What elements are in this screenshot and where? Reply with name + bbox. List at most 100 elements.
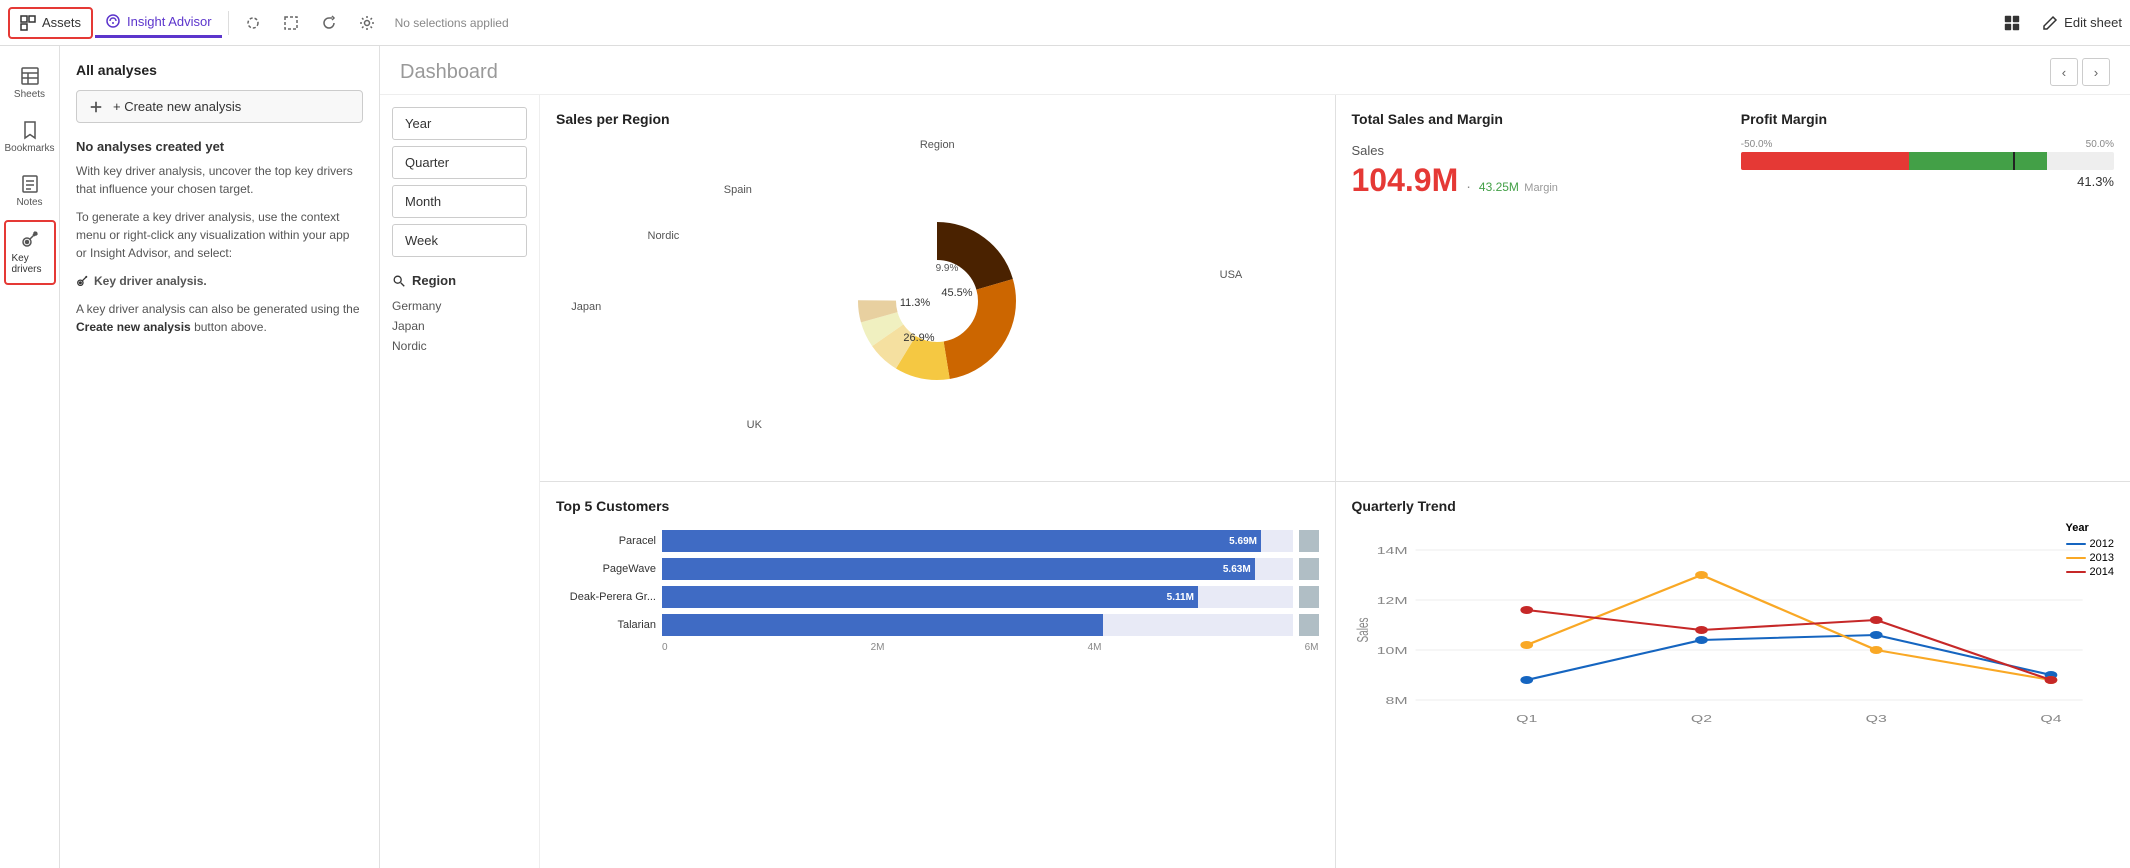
lasso-icon xyxy=(245,15,261,31)
legend-2014: 2014 xyxy=(2066,566,2114,578)
filter-region-nordic[interactable]: Nordic xyxy=(392,336,527,356)
bar-track-talarian xyxy=(662,614,1293,636)
svg-text:Q2: Q2 xyxy=(1690,713,1711,724)
all-analyses-title: All analyses xyxy=(76,62,363,78)
sidebar-item-sheets[interactable]: Sheets xyxy=(4,58,56,108)
analysis-desc-2: To generate a key driver analysis, use t… xyxy=(76,208,363,262)
filter-year[interactable]: Year xyxy=(392,107,527,140)
pm-bar-red xyxy=(1741,152,1909,170)
next-arrow[interactable]: › xyxy=(2082,58,2110,86)
sales-value: 104.9M xyxy=(1352,162,1459,199)
divider xyxy=(228,11,229,35)
profit-margin-section: Profit Margin -50.0% 50.0% 41.3% xyxy=(1741,111,2114,465)
sidebar-item-notes[interactable]: Notes xyxy=(4,166,56,216)
uk-label: UK xyxy=(747,419,762,431)
filter-region-title: Region xyxy=(392,273,527,288)
dashboard-area: Dashboard ‹ › Year Quarter Month Week R xyxy=(380,46,2130,868)
grid-view-button[interactable] xyxy=(1994,9,2030,37)
plus-icon xyxy=(89,100,103,114)
profit-margin-title: Profit Margin xyxy=(1741,111,2114,127)
svg-text:11.3%: 11.3% xyxy=(900,297,931,309)
sheets-icon xyxy=(20,66,40,86)
charts-area: Sales per Region Region Nordic Spain Jap… xyxy=(540,95,2130,868)
settings-button[interactable] xyxy=(349,9,385,37)
icon-sidebar: Sheets Bookmarks Notes Key drivers xyxy=(0,46,60,868)
legend-dot-2013 xyxy=(2066,557,2086,559)
pm-scale: -50.0% 50.0% xyxy=(1741,139,2114,150)
top5-title: Top 5 Customers xyxy=(556,498,1319,514)
note-icon xyxy=(20,174,40,194)
pm-indicator xyxy=(2013,152,2015,170)
assets-button[interactable]: Assets xyxy=(8,7,93,39)
bar-row-deak: Deak-Perera Gr... 5.11M xyxy=(556,586,1319,608)
legend-2012: 2012 xyxy=(2066,538,2114,550)
top-bar-left: Assets Insight Advisor xyxy=(8,7,509,39)
sales-region-title: Sales per Region xyxy=(556,111,1319,127)
sidebar-item-key-drivers[interactable]: Key drivers xyxy=(4,220,56,285)
usa-label: USA xyxy=(1220,269,1243,281)
rect-select-button[interactable] xyxy=(273,9,309,37)
pm-bar xyxy=(1741,152,2114,170)
bar-chart: Paracel 5.69M PageWave xyxy=(556,526,1319,653)
bar-mini-paracel xyxy=(1299,530,1319,552)
top-right-charts: Total Sales and Margin Sales 104.9M · 43… xyxy=(1336,95,2130,481)
bar-label-deak: Deak-Perera Gr... xyxy=(556,591,656,603)
filter-quarter[interactable]: Quarter xyxy=(392,146,527,179)
analysis-panel: All analyses + Create new analysis No an… xyxy=(60,46,380,868)
bar-label-pagewave: PageWave xyxy=(556,563,656,575)
filter-month[interactable]: Month xyxy=(392,185,527,218)
rect-select-icon xyxy=(283,15,299,31)
spain-label: Spain xyxy=(724,184,752,196)
sales-label: Sales xyxy=(1352,143,1725,158)
create-new-analysis-link[interactable]: Create new analysis xyxy=(76,320,191,334)
bar-row-talarian: Talarian xyxy=(556,614,1319,636)
edit-sheet-button[interactable]: Edit sheet xyxy=(2042,15,2122,31)
filter-week[interactable]: Week xyxy=(392,224,527,257)
bar-track-deak: 5.11M xyxy=(662,586,1293,608)
sales-per-region-chart: Sales per Region Region Nordic Spain Jap… xyxy=(540,95,1335,481)
main-layout: Sheets Bookmarks Notes Key drivers xyxy=(0,46,2130,868)
bar-row-pagewave: PageWave 5.63M xyxy=(556,558,1319,580)
gear-icon xyxy=(359,15,375,31)
bar-mini-pagewave xyxy=(1299,558,1319,580)
japan-label: Japan xyxy=(571,301,601,313)
search-icon xyxy=(392,274,406,288)
pencil-icon xyxy=(2042,15,2058,31)
region-legend-label: Region xyxy=(920,139,955,151)
analysis-desc-3: A key driver analysis can also be genera… xyxy=(76,300,363,336)
nordic-label: Nordic xyxy=(648,230,680,242)
key-drivers-icon xyxy=(20,230,40,250)
sidebar-item-bookmarks[interactable]: Bookmarks xyxy=(4,112,56,162)
bar-row-paracel: Paracel 5.69M xyxy=(556,530,1319,552)
filter-region-section: Region Germany Japan Nordic xyxy=(392,273,527,356)
pm-bar-green xyxy=(1909,152,2047,170)
legend-dot-2012 xyxy=(2066,543,2086,545)
svg-text:Q1: Q1 xyxy=(1516,713,1537,724)
create-analysis-button[interactable]: + Create new analysis xyxy=(76,90,363,123)
bar-label-paracel: Paracel xyxy=(556,535,656,547)
filter-region-germany[interactable]: Germany xyxy=(392,296,527,316)
legend-dot-2014 xyxy=(2066,571,2086,573)
analysis-key-driver: Key driver analysis. xyxy=(76,272,363,290)
bar-mini-deak xyxy=(1299,586,1319,608)
no-analyses-label: No analyses created yet xyxy=(76,139,363,154)
bar-label-talarian: Talarian xyxy=(556,619,656,631)
dashboard-title: Dashboard xyxy=(400,61,498,84)
key-driver-inline-icon xyxy=(76,274,90,288)
prev-arrow[interactable]: ‹ xyxy=(2050,58,2078,86)
bar-track-paracel: 5.69M xyxy=(662,530,1293,552)
refresh-button[interactable] xyxy=(311,9,347,37)
total-sales-section: Total Sales and Margin Sales 104.9M · 43… xyxy=(1352,111,1725,465)
selection-info: No selections applied xyxy=(395,16,509,30)
assets-icon xyxy=(20,15,36,31)
insight-advisor-button[interactable]: Insight Advisor xyxy=(95,7,222,38)
lasso-button[interactable] xyxy=(235,9,271,37)
trend-svg: 14M 12M 10M 8M Sales Q1 Q2 Q3 Q4 xyxy=(1352,530,2115,730)
refresh-icon xyxy=(321,15,337,31)
bar-fill-talarian xyxy=(662,614,1103,636)
filter-region-japan[interactable]: Japan xyxy=(392,316,527,336)
top-bar-right: Edit sheet xyxy=(1994,9,2122,37)
svg-text:8M: 8M xyxy=(1385,695,1407,706)
svg-text:10M: 10M xyxy=(1376,645,1407,656)
svg-text:Sales: Sales xyxy=(1353,617,1371,642)
